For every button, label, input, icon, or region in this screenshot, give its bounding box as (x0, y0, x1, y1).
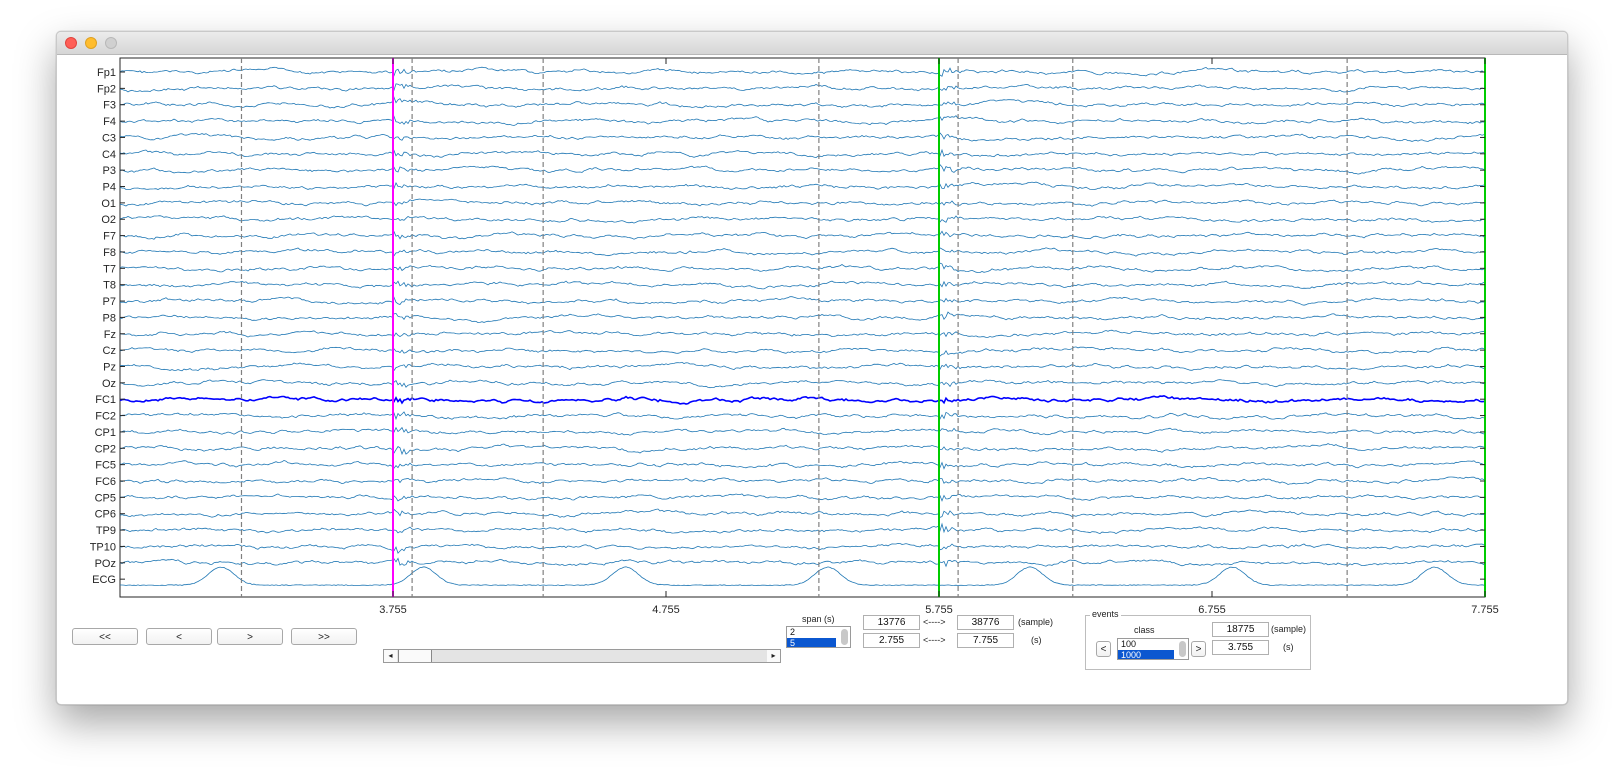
sample-end-field[interactable]: 38776 (957, 615, 1014, 630)
time-unit-label: (s) (1031, 635, 1042, 645)
time-start-field[interactable]: 2.755 (863, 633, 920, 648)
channel-label: FC5 (95, 460, 116, 472)
minimize-window-icon[interactable] (85, 37, 97, 49)
time-scrollbar[interactable]: ◂ ▸ (383, 649, 781, 663)
channel-label: P4 (103, 182, 116, 194)
channel-label: Fp1 (97, 67, 116, 79)
sample-unit-label: (sample) (1018, 617, 1054, 627)
close-window-icon[interactable] (65, 37, 77, 49)
event-class-label: class (1134, 625, 1155, 635)
span-listbox[interactable]: 2 5 (786, 626, 851, 648)
channel-label: T7 (103, 263, 116, 275)
x-tick-label: 4.755 (652, 604, 680, 616)
event-class-list-scrollbar[interactable] (1179, 641, 1186, 657)
channel-label: C4 (102, 149, 116, 161)
channel-label: Fp2 (97, 83, 116, 95)
eeg-viewer-window: Fp1 Fp2 F3 F4 C3 C4 P3 P4 O1 O2 F7 F8 T7 T8 P7 P8 Fz Cz Pz… (56, 31, 1568, 705)
scrollbar-thumb[interactable] (398, 650, 432, 662)
x-tick-label: 3.755 (379, 604, 407, 616)
plot-frame (119, 57, 1486, 598)
event-class-option-selected[interactable]: 1000 (1118, 650, 1174, 659)
channel-label: POz (95, 558, 116, 570)
channel-label: Fz (104, 329, 116, 341)
sample-start-field[interactable]: 13776 (863, 615, 920, 630)
channel-label: FC1 (95, 394, 116, 406)
event-time-field[interactable]: 3.755 (1212, 640, 1269, 655)
channel-label: FC2 (95, 411, 116, 423)
channel-label: CP5 (95, 492, 116, 504)
channel-label: CP2 (95, 443, 116, 455)
first-page-button[interactable]: << (72, 628, 138, 645)
event-sample-field[interactable]: 18775 (1212, 622, 1269, 637)
channel-label: F3 (103, 100, 116, 112)
last-page-button[interactable]: >> (291, 628, 357, 645)
channel-label: P3 (103, 165, 116, 177)
title-bar (57, 32, 1567, 55)
x-tick-label: 5.755 (925, 604, 953, 616)
channel-label: FC6 (95, 476, 116, 488)
maximize-window-icon[interactable] (105, 37, 117, 49)
x-tick-label: 7.755 (1471, 604, 1499, 616)
channel-label: ECG (92, 574, 116, 586)
time-end-field[interactable]: 7.755 (957, 633, 1014, 648)
channel-label: TP10 (90, 541, 116, 553)
next-page-button[interactable]: > (217, 628, 283, 645)
channel-label: CP6 (95, 509, 116, 521)
event-time-unit-label: (s) (1283, 642, 1294, 652)
range-arrow: <----> (923, 635, 946, 645)
channel-label: O1 (101, 198, 116, 210)
channel-label: O2 (101, 214, 116, 226)
event-sample-unit-label: (sample) (1271, 624, 1307, 634)
channel-label: T8 (103, 280, 116, 292)
channel-label: C3 (102, 132, 116, 144)
next-event-button[interactable]: > (1191, 641, 1206, 657)
eeg-signal-plot[interactable]: Fp1 Fp2 F3 F4 C3 C4 P3 P4 O1 O2 F7 F8 T7 T8 P7 P8 Fz Cz Pz… (57, 54, 1567, 624)
channel-label: Pz (103, 361, 116, 373)
event-class-option[interactable]: 100 (1118, 639, 1188, 650)
previous-page-button[interactable]: < (146, 628, 212, 645)
scroll-right-arrow-icon[interactable]: ▸ (767, 650, 780, 662)
range-arrow: <----> (923, 617, 946, 627)
channel-label: TP9 (96, 525, 116, 537)
scroll-left-arrow-icon[interactable]: ◂ (384, 650, 397, 662)
previous-event-button[interactable]: < (1096, 641, 1111, 657)
channel-label: F8 (103, 247, 116, 259)
channel-label: P7 (103, 296, 116, 308)
span-option-selected[interactable]: 5 (787, 638, 836, 647)
events-title: events (1090, 609, 1121, 619)
channel-label: Cz (103, 345, 116, 357)
span-label: span (s) (802, 614, 835, 624)
event-class-listbox[interactable]: 100 1000 (1117, 638, 1189, 660)
channel-label: CP1 (95, 427, 116, 439)
channel-label: P8 (103, 312, 116, 324)
channel-label: Oz (102, 378, 116, 390)
span-list-scrollbar[interactable] (841, 629, 848, 645)
channel-label: F4 (103, 116, 116, 128)
channel-label: F7 (103, 231, 116, 243)
